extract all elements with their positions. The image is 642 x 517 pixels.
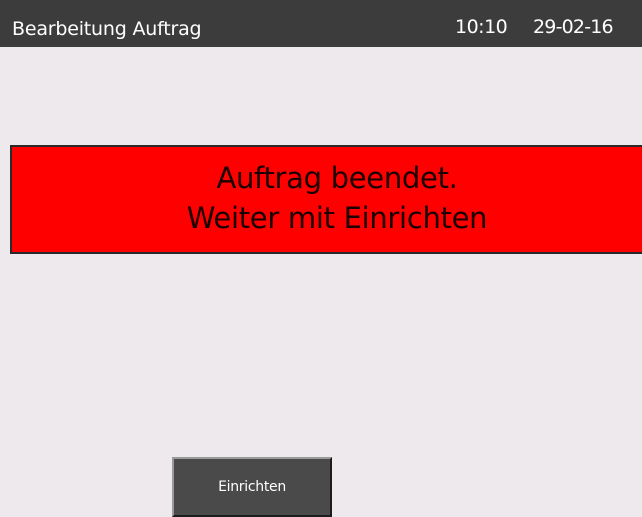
- setup-button[interactable]: Einrichten: [172, 457, 332, 517]
- status-alert-banner: Auftrag beendet. Weiter mit Einrichten: [10, 145, 642, 254]
- clock-time: 10:10: [455, 16, 508, 38]
- alert-message-line-1: Auftrag beendet.: [216, 161, 458, 195]
- clock-date: 29-02-16: [533, 16, 614, 38]
- page-title: Bearbeitung Auftrag: [12, 18, 202, 40]
- alert-message-line-2: Weiter mit Einrichten: [186, 201, 488, 235]
- title-bar: Bearbeitung Auftrag 10:10 29-02-16: [0, 0, 642, 47]
